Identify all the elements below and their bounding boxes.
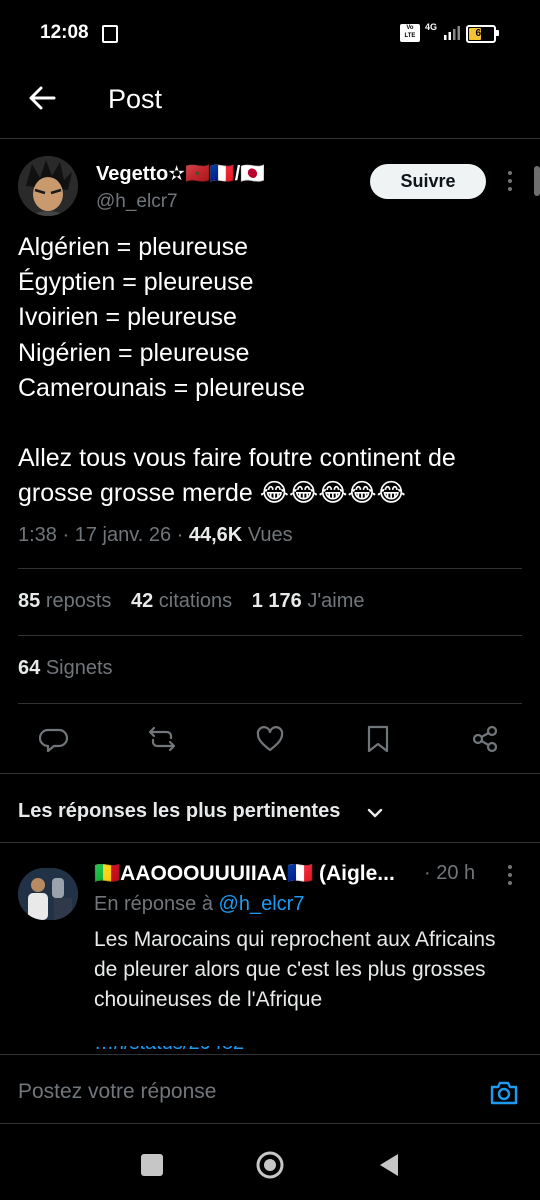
scrollbar-thumb[interactable] <box>534 166 540 196</box>
reply-time: · 20 h <box>424 862 476 884</box>
recent-apps-button[interactable] <box>141 1154 163 1176</box>
header-divider <box>0 138 540 139</box>
post-time: 1:38 <box>18 524 57 546</box>
bookmarks-divider <box>18 703 522 704</box>
meta-divider <box>18 568 522 569</box>
reposts-stat[interactable]: 85 reposts <box>18 590 111 612</box>
avatar-image <box>18 156 78 216</box>
reply-mention-link[interactable]: @h_elcr7 <box>219 893 305 915</box>
views-label: Vues <box>247 524 293 546</box>
bookmark-icon[interactable] <box>363 724 393 754</box>
camera-icon[interactable] <box>488 1077 520 1109</box>
reply-input[interactable]: Postez votre réponse <box>18 1080 216 1104</box>
volte-icon: Vo LTE <box>400 24 420 42</box>
reply-text: Les Marocains qui reprochent aux Africai… <box>94 928 496 1011</box>
reply-author-avatar[interactable] <box>18 868 78 920</box>
battery-icon: 61 <box>466 25 496 43</box>
status-time: 12:08 <box>40 22 89 43</box>
battery-level: 61 <box>475 28 487 39</box>
signal-icon <box>444 26 460 40</box>
post-date: 17 janv. 26 <box>74 524 172 546</box>
engagement-stats: 85 reposts 42 citations 1 176 J'aime <box>18 590 379 613</box>
chevron-down-icon[interactable] <box>364 802 386 824</box>
likes-stat[interactable]: 1 176 J'aime <box>252 590 365 612</box>
share-icon[interactable] <box>470 724 500 754</box>
actions-divider <box>0 773 540 774</box>
repost-icon[interactable] <box>147 724 177 754</box>
author-handle[interactable]: @h_elcr7 <box>96 191 178 213</box>
quotes-stat[interactable]: 42 citations <box>131 590 232 612</box>
page-title: Post <box>108 84 163 114</box>
sort-divider <box>0 842 540 843</box>
follow-button[interactable]: Suivre <box>370 164 486 199</box>
home-button[interactable] <box>255 1150 285 1180</box>
battery-tip <box>496 30 499 36</box>
back-triangle-icon[interactable] <box>376 1150 402 1180</box>
post-meta: 1:38 · 17 janv. 26 · 44,6K Vues <box>18 524 293 546</box>
reply-author-name[interactable]: 🇲🇱AAOOOUUUIIAA🇫🇷 (Aigle... <box>94 862 395 886</box>
in-reply-to: En réponse à @h_elcr7 <box>94 893 305 915</box>
replies-sort-label[interactable]: Les réponses les plus pertinentes <box>18 800 340 823</box>
screenshot-notification-icon <box>102 25 118 43</box>
stats-divider <box>18 635 522 636</box>
arrow-left-icon[interactable] <box>28 84 56 112</box>
views-count: 44,6K <box>188 524 243 546</box>
author-avatar[interactable] <box>18 156 78 216</box>
network-type: 4G <box>425 22 438 32</box>
reply-icon[interactable] <box>38 724 69 754</box>
reply-more-options-icon[interactable] <box>502 865 518 887</box>
like-icon[interactable] <box>255 724 285 754</box>
author-display-name[interactable]: Vegetto✫🇲🇦🇫🇷/🇯🇵 <box>96 161 265 186</box>
more-options-icon[interactable] <box>502 171 518 193</box>
reply-avatar-image <box>18 868 78 920</box>
bookmarks-stat[interactable]: 64 Signets <box>18 657 113 680</box>
post-text: Algérien = pleureuse Égyptien = pleureus… <box>18 233 456 508</box>
reply-link-cut[interactable]: …/i/status/20482 <box>94 1046 334 1054</box>
